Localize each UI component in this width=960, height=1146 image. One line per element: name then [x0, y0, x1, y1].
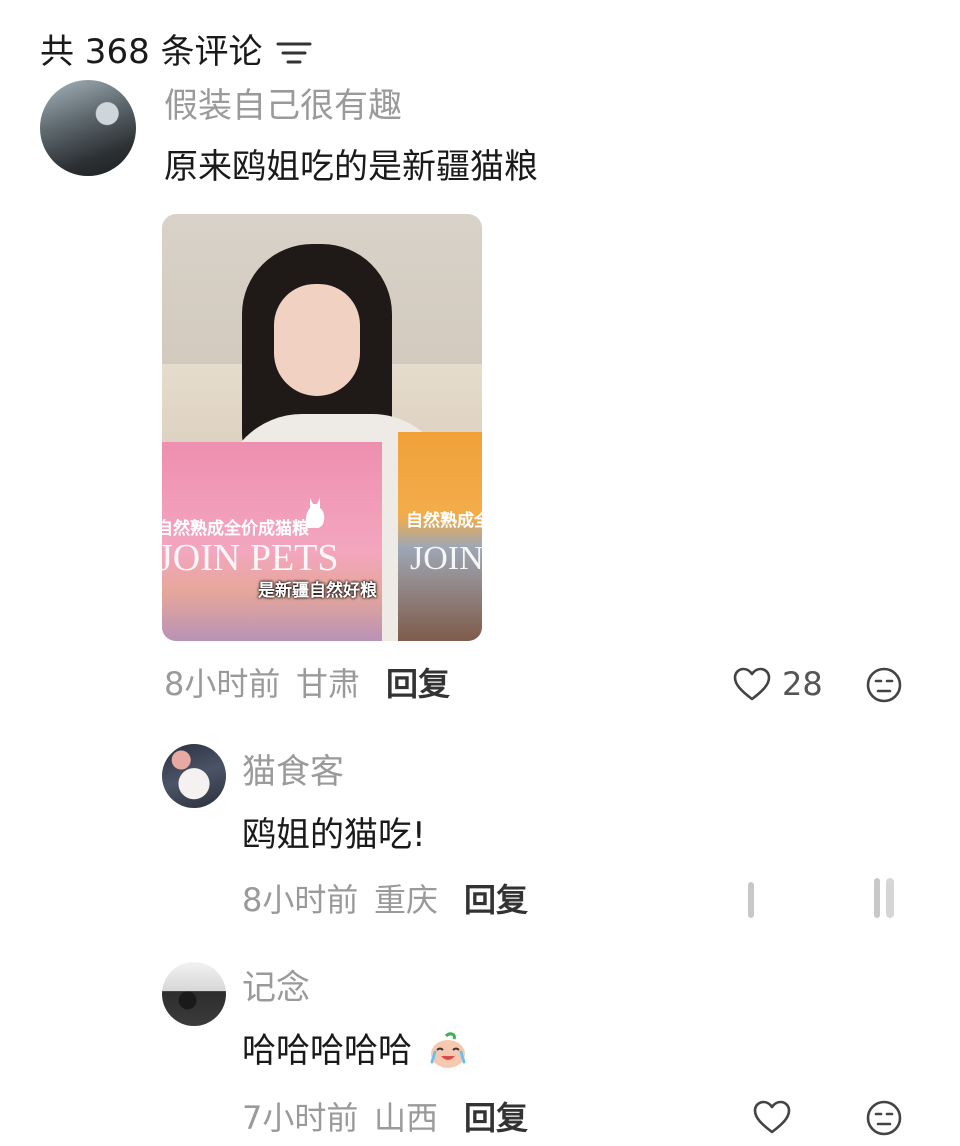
orange-catfood-bag [398, 432, 482, 641]
comment-image[interactable]: 自然熟成全价成猫粮 JOIN PETS 自然熟成全价 JOIN 是新疆自然好粮 [162, 214, 482, 641]
reply-username[interactable]: 记念 [242, 966, 310, 1010]
reply-time: 8小时前 [242, 881, 359, 919]
dislike-face-icon[interactable] [864, 665, 904, 705]
reply-time: 7小时前 [242, 1099, 359, 1137]
pink-bag-brand: JOIN PETS [162, 537, 339, 579]
avatar[interactable] [40, 80, 136, 176]
loading-dislike-icon[interactable] [872, 876, 896, 920]
comment-username[interactable]: 假装自己很有趣 [164, 84, 402, 128]
loading-like-icon[interactable] [746, 880, 756, 920]
reply-button[interactable]: 回复 [464, 1098, 528, 1138]
reply-button[interactable]: 回复 [464, 880, 528, 920]
reply-username[interactable]: 猫食客 [242, 750, 344, 794]
comment-text: 原来鸥姐吃的是新疆猫粮 [164, 147, 538, 187]
orange-bag-brand: JOIN [410, 540, 482, 577]
dislike-face-icon[interactable] [864, 1098, 904, 1138]
comments-count-title: 共 368 条评论 [40, 32, 263, 72]
comment-location: 甘肃 [296, 665, 361, 703]
video-caption: 是新疆自然好粮 [258, 581, 377, 601]
reply-button[interactable]: 回复 [386, 664, 450, 704]
heart-icon[interactable] [752, 1098, 792, 1138]
orange-bag-title: 自然熟成全价 [406, 511, 482, 531]
crying-laughing-sticker-icon [430, 1032, 466, 1068]
filter-icon[interactable] [276, 38, 312, 68]
like-count: 28 [782, 665, 823, 703]
reply-text: 鸥姐的猫吃! [242, 815, 426, 855]
photo-face [274, 284, 360, 396]
avatar[interactable] [162, 962, 226, 1026]
avatar[interactable] [162, 744, 226, 808]
reply-location: 重庆 [374, 881, 439, 919]
heart-icon[interactable] [732, 665, 772, 705]
reply-location: 山西 [374, 1099, 439, 1137]
comment-time: 8小时前 [164, 665, 281, 703]
reply-text: 哈哈哈哈哈 [242, 1031, 412, 1071]
